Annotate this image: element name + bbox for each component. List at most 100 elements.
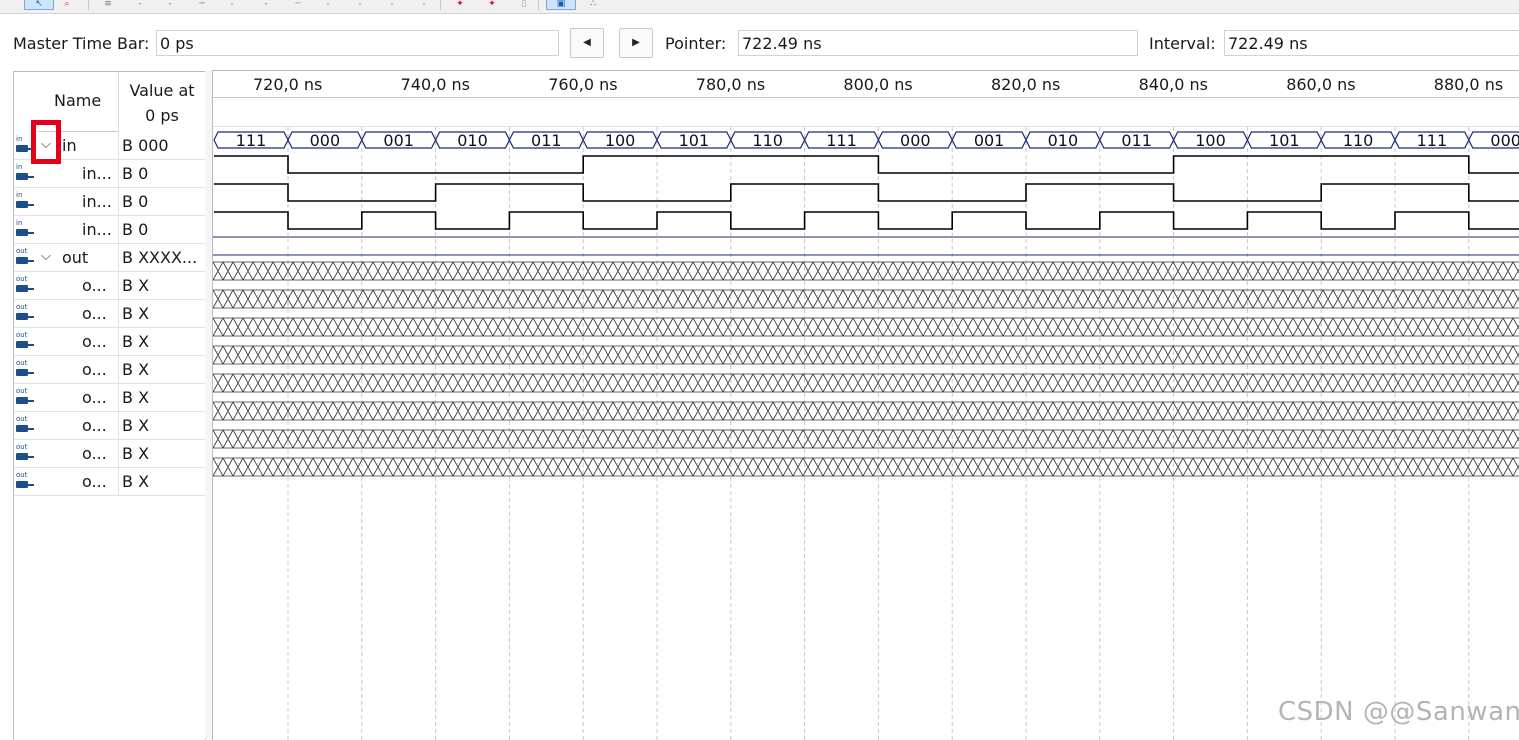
- master-time-bar-field[interactable]: 0 ps: [156, 30, 559, 56]
- node-row[interactable]: in in... B 0: [14, 216, 205, 244]
- pin-direction-tag: in: [16, 163, 23, 171]
- signal-trace-in1: [214, 183, 1519, 202]
- node-row[interactable]: out o... B X: [14, 440, 205, 468]
- unknown-hatch: [213, 373, 1519, 393]
- bus-value-label: 010: [1048, 131, 1079, 150]
- bus-value-label: 000: [310, 131, 341, 150]
- bus-value-label: 011: [1121, 131, 1152, 150]
- node-value: B 000: [122, 136, 169, 155]
- bus-value-label: 100: [605, 131, 636, 150]
- column-divider: [118, 132, 119, 160]
- bus-value-label: 011: [531, 131, 562, 150]
- chevron-down-icon[interactable]: ⌵: [41, 245, 59, 269]
- grid-icon[interactable]: ✦: [484, 0, 500, 9]
- bus-value-label: 111: [236, 131, 267, 150]
- weak-high-icon[interactable]: ‐: [416, 0, 432, 9]
- output-pin-icon: out: [15, 275, 35, 296]
- output-pin-icon: out: [15, 247, 35, 268]
- node-row[interactable]: out o... B X: [14, 384, 205, 412]
- unknown-hatch: [213, 457, 1519, 477]
- unknown-hatch: [213, 289, 1519, 309]
- node-row[interactable]: in in... B 0: [14, 188, 205, 216]
- random-icon[interactable]: ‐: [320, 0, 336, 9]
- node-value: B X: [122, 416, 150, 435]
- column-divider: [118, 440, 119, 468]
- unknown-value-trace: [213, 289, 1519, 309]
- sort-icon[interactable]: ∴: [586, 0, 600, 9]
- name-column-header[interactable]: Name: [54, 91, 101, 110]
- bus-value-label: 111: [1417, 131, 1448, 150]
- node-name: o...: [82, 304, 107, 323]
- bus-value-label: 001: [974, 131, 1005, 150]
- input-pin-icon: in: [15, 219, 35, 240]
- bus-value-label: 110: [1343, 131, 1374, 150]
- pin-direction-tag: out: [16, 303, 28, 311]
- value-column-header[interactable]: Value at 0 ps: [119, 78, 205, 128]
- pin-direction-tag: out: [16, 387, 28, 395]
- node-name: in...: [82, 164, 112, 183]
- pin-direction-tag: in: [16, 135, 23, 143]
- unknown-hatch: [213, 401, 1519, 421]
- unknown-value-trace: [213, 317, 1519, 337]
- pin-direction-tag: in: [16, 219, 23, 227]
- interval-field[interactable]: 722.49 ns: [1224, 30, 1519, 56]
- count-value-icon[interactable]: ‐: [258, 0, 274, 9]
- waveform-canvas[interactable]: 111 000 001 010 011 100 101 110 111 000 001 010 011 1…: [213, 71, 1519, 740]
- column-divider: [118, 328, 119, 356]
- output-pin-icon: out: [15, 331, 35, 352]
- value-one-icon[interactable]: ‐: [162, 0, 178, 9]
- unknown-value-trace: [213, 261, 1519, 281]
- unknown-value-trace: [213, 401, 1519, 421]
- node-name: o...: [82, 276, 107, 295]
- pointer-label: Pointer:: [665, 34, 727, 53]
- output-pin-icon: out: [15, 471, 35, 492]
- node-row[interactable]: out o... B X: [14, 328, 205, 356]
- column-divider: [118, 356, 119, 384]
- clock-icon[interactable]: ┄: [290, 0, 306, 9]
- pin-direction-tag: out: [16, 331, 28, 339]
- overwrite-icon[interactable]: ‐: [352, 0, 368, 9]
- node-row[interactable]: out o... B X: [14, 412, 205, 440]
- select-tool-icon[interactable]: ↖: [24, 0, 54, 10]
- node-row[interactable]: out o... B X: [14, 468, 205, 496]
- node-row[interactable]: out o... B X: [14, 300, 205, 328]
- pin-direction-tag: in: [16, 191, 23, 199]
- expand-highlight-box: [31, 120, 61, 164]
- zoom-tool-icon[interactable]: ⌕: [58, 0, 76, 9]
- bus-value-label: 101: [1269, 131, 1300, 150]
- pin-direction-tag: out: [16, 443, 28, 451]
- value-z-icon[interactable]: ─: [194, 0, 210, 9]
- unknown-value-trace: [213, 373, 1519, 393]
- weak-low-icon[interactable]: ✦: [452, 0, 468, 9]
- previous-transition-button[interactable]: ◀: [570, 28, 604, 58]
- node-row[interactable]: out o... B X: [14, 272, 205, 300]
- arbitrary-value-icon[interactable]: ‐: [384, 0, 400, 9]
- document-icon[interactable]: ▯: [518, 0, 530, 9]
- bus-value-label: 010: [457, 131, 488, 150]
- toolbar-separator: [538, 0, 539, 10]
- unknown-value-trace: [213, 429, 1519, 449]
- bus-value-label: 000: [1490, 131, 1519, 150]
- node-row[interactable]: in in... B 0: [14, 160, 205, 188]
- node-name: o...: [82, 416, 107, 435]
- snap-to-grid-icon[interactable]: ▣: [546, 0, 576, 10]
- text-tool-icon[interactable]: ≡: [100, 0, 116, 9]
- output-pin-icon: out: [15, 415, 35, 436]
- panel-splitter[interactable]: [205, 71, 212, 739]
- column-divider: [118, 300, 119, 328]
- bus-value-label: 001: [383, 131, 414, 150]
- next-transition-button[interactable]: ▶: [619, 28, 653, 58]
- node-name: o...: [82, 332, 107, 351]
- node-value: B X: [122, 472, 150, 491]
- waveform-panel[interactable]: 720,0 ns 740,0 ns 760,0 ns 780,0 ns 800,0 ns…: [212, 70, 1519, 740]
- bus-value-label: 101: [679, 131, 710, 150]
- value-zero-icon[interactable]: ‐: [132, 0, 148, 9]
- node-row[interactable]: out o... B X: [14, 356, 205, 384]
- bus-value-label: 000: [900, 131, 931, 150]
- node-name: o...: [82, 444, 107, 463]
- node-value: B 0: [122, 220, 149, 239]
- input-pin-icon: in: [15, 163, 35, 184]
- invert-icon[interactable]: ‐: [224, 0, 240, 9]
- pointer-field[interactable]: 722.49 ns: [738, 30, 1138, 56]
- node-group-out[interactable]: out ⌵ out B XXXX...: [14, 244, 205, 272]
